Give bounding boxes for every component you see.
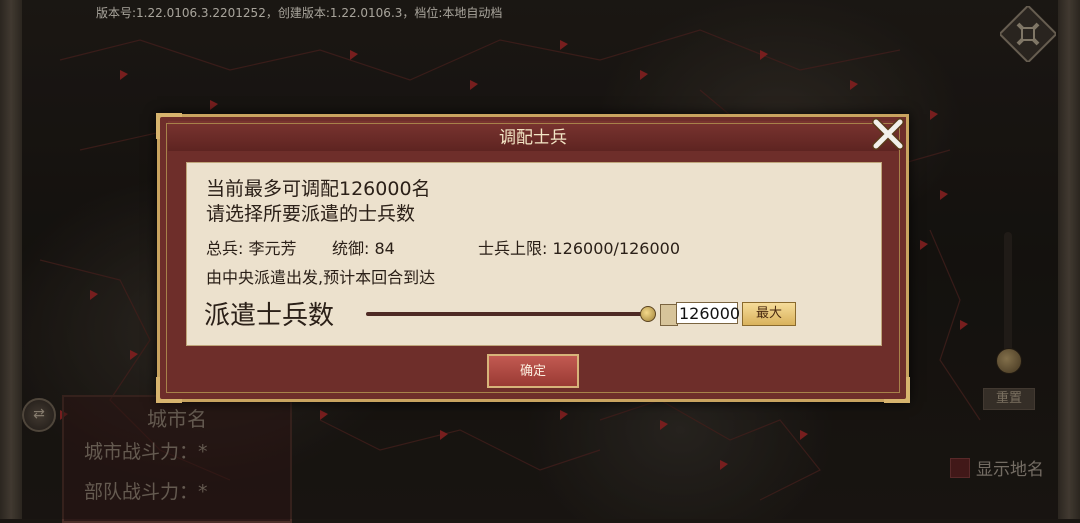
- max-button[interactable]: 最大: [742, 302, 796, 326]
- close-icon[interactable]: [868, 114, 908, 154]
- command-text: 统御: 84: [332, 239, 395, 258]
- dialog-title: 调配士兵: [499, 128, 567, 148]
- dispatch-label: 派遣士兵数: [204, 301, 335, 331]
- dispatch-slider-handle[interactable]: [640, 306, 656, 322]
- dispatch-note-text: 由中央派遣出发,预计本回合到达: [206, 268, 436, 287]
- select-prompt-text: 请选择所要派遣的士兵数: [206, 203, 416, 225]
- confirm-button[interactable]: 确定: [487, 354, 579, 388]
- max-dispatch-text: 当前最多可调配126000名: [206, 178, 431, 200]
- corner-ornament-icon: [156, 113, 182, 139]
- dispatch-slider-track[interactable]: [366, 312, 648, 316]
- general-text: 总兵: 李元芳: [206, 239, 297, 258]
- dispatch-count-field[interactable]: 126000: [676, 302, 740, 324]
- corner-ornament-icon: [156, 377, 182, 403]
- corner-ornament-icon: [884, 377, 910, 403]
- soldier-limit-text: 士兵上限: 126000/126000: [478, 239, 681, 258]
